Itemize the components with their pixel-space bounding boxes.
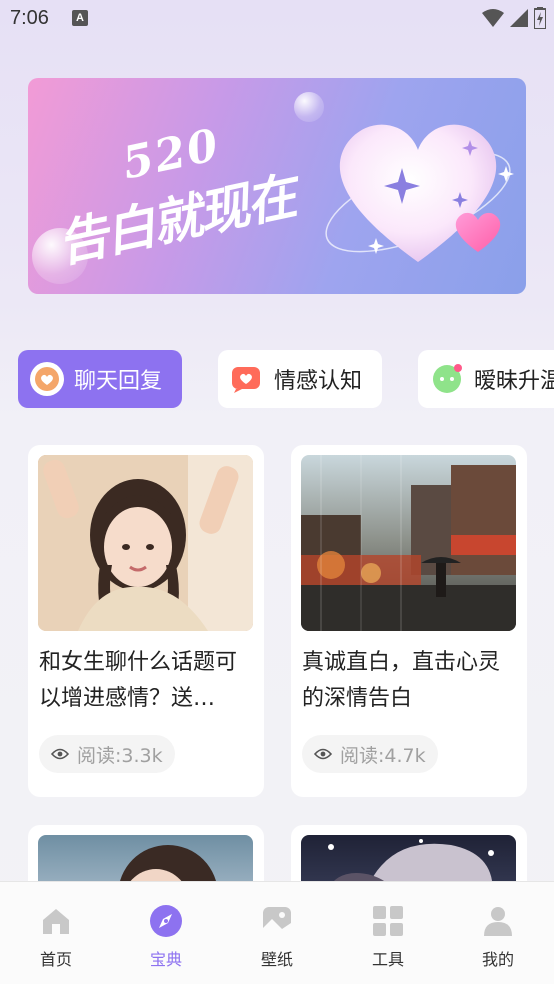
rainy-street-illustration [301, 455, 516, 631]
battery-icon [534, 7, 546, 29]
status-icons [482, 7, 546, 29]
status-bar: 7:06 A [0, 0, 554, 38]
nav-label: 壁纸 [260, 950, 293, 969]
banner-heart-illustration [325, 124, 514, 262]
green-chat-icon [430, 362, 464, 396]
article-read-count: 阅读:4.7k [302, 735, 438, 773]
category-label: 聊天回复 [74, 369, 163, 394]
user-icon [484, 907, 512, 936]
nav-item-guide[interactable]: 宝典 [126, 904, 206, 970]
category-tab-chat-reply[interactable]: 聊天回复 [18, 350, 182, 408]
nav-label: 首页 [39, 950, 72, 969]
article-thumbnail [38, 455, 253, 631]
promo-banner[interactable]: 520 告白就现在 [28, 78, 526, 294]
banner-heading: 520 告白就现在 [40, 106, 300, 276]
category-label: 情感认知 [274, 369, 363, 394]
category-tabs: 聊天回复 情感认知 暧昧升温 [18, 350, 554, 408]
category-tab-flirting[interactable]: 暧昧升温 [418, 350, 554, 408]
nav-label: 宝典 [149, 950, 182, 969]
compass-icon [150, 905, 182, 937]
heart-chat-icon [30, 362, 64, 396]
read-count-label: 阅读:4.7k [340, 744, 426, 767]
eye-icon [51, 748, 69, 760]
eye-icon [314, 748, 332, 760]
article-card[interactable]: 真诚直白，直击心灵的深情告白 阅读:4.7k [291, 445, 527, 797]
article-thumbnail [301, 455, 516, 631]
nav-item-tools[interactable]: 工具 [348, 904, 428, 970]
category-label: 暧昧升温 [474, 369, 554, 394]
nav-label: 我的 [481, 950, 514, 969]
bottom-navigation: 首页 宝典 壁纸 工具 我的 [0, 881, 554, 984]
status-time: 7:06 [10, 7, 49, 29]
category-tab-emotion-cognition[interactable]: 情感认知 [218, 350, 382, 408]
wallpaper-icon [263, 907, 291, 935]
article-card[interactable]: 和女生聊什么话题可以增进感情？送… 阅读:3.3k [28, 445, 264, 797]
nav-item-home[interactable]: 首页 [16, 904, 96, 970]
heart-message-icon [230, 362, 264, 396]
article-title: 和女生聊什么话题可以增进感情？送… [39, 650, 238, 711]
signal-icon [510, 9, 528, 27]
nav-label: 工具 [371, 950, 404, 969]
article-read-count: 阅读:3.3k [39, 735, 175, 773]
notification-icon: A [72, 10, 88, 26]
girl-portrait-illustration [38, 455, 253, 631]
grid-icon [373, 906, 403, 936]
article-title: 真诚直白，直击心灵的深情告白 [302, 650, 501, 711]
nav-item-profile[interactable]: 我的 [458, 904, 538, 970]
wifi-icon [482, 9, 504, 27]
nav-item-wallpaper[interactable]: 壁纸 [237, 904, 317, 970]
home-icon [43, 909, 69, 934]
read-count-label: 阅读:3.3k [77, 744, 163, 767]
